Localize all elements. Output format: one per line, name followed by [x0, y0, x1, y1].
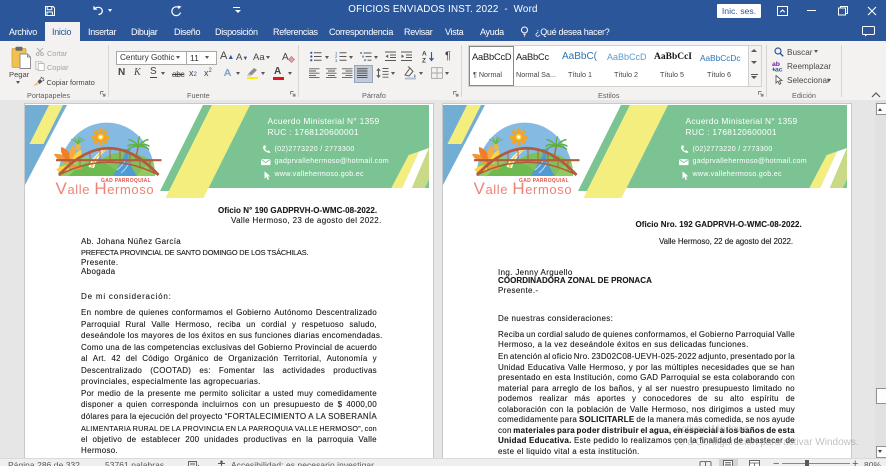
- svg-text:A: A: [282, 52, 289, 63]
- svg-text:3: 3: [335, 58, 338, 62]
- svg-text:Z: Z: [422, 58, 426, 64]
- svg-text:Valle Hermoso: Valle Hermoso: [56, 179, 155, 198]
- svg-text:A: A: [422, 51, 427, 58]
- svg-text:Valle Hermoso: Valle Hermoso: [474, 179, 573, 198]
- svg-text:ac: ac: [775, 67, 783, 73]
